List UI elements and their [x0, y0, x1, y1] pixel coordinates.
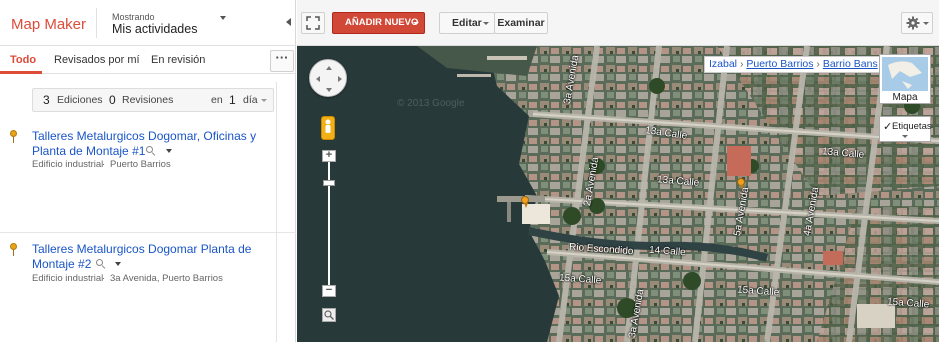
chevron-down-icon[interactable]: [166, 149, 172, 153]
add-new-button[interactable]: AÑADIR NUEVO: [332, 12, 425, 34]
more-options-button[interactable]: ···: [270, 50, 294, 72]
satellite-imagery: [297, 46, 939, 342]
pan-control[interactable]: [309, 59, 347, 97]
search-icon[interactable]: [96, 259, 103, 266]
satellite-map[interactable]: © 2013 Google 3a Avenida 13a Calle 2a Av…: [297, 46, 939, 342]
edit-label: Editar: [452, 17, 482, 29]
map-type-label: Mapa: [892, 92, 918, 103]
map-pin-icon: [10, 130, 17, 143]
chevron-down-icon: [483, 22, 489, 25]
map-thumbnail: [882, 57, 928, 91]
map-marker-icon[interactable]: [521, 196, 529, 208]
edit-button[interactable]: Editar: [439, 12, 495, 34]
chevron-down-icon[interactable]: [220, 16, 226, 20]
showing-label: Mostrando: [112, 12, 155, 22]
list-divider: [0, 232, 296, 233]
zoom-out-button[interactable]: −: [322, 285, 336, 297]
lasso-zoom-icon[interactable]: [322, 308, 336, 322]
gear-icon: [906, 16, 929, 30]
breadcrumb-item[interactable]: Izabal: [709, 58, 737, 70]
tab-todo[interactable]: Todo: [10, 54, 36, 66]
map-type-control[interactable]: Mapa: [879, 54, 931, 104]
item-location: 3a Avenida, Puerto Barrios: [110, 273, 223, 284]
dot-separator: ·: [102, 273, 106, 284]
left-header: Map Maker Mostrando Mis actividades: [0, 0, 296, 46]
dot-separator: ·: [102, 159, 106, 170]
map-thumbnail-image: [888, 61, 922, 89]
breadcrumb-item[interactable]: Puerto Barrios: [746, 58, 813, 70]
add-new-label: AÑADIR NUEVO: [345, 17, 419, 28]
days-count: 1: [229, 93, 236, 107]
settings-button[interactable]: [901, 12, 933, 34]
item-location: Puerto Barrios: [110, 159, 171, 170]
edits-count: 3: [43, 93, 50, 107]
map-pin-icon: [10, 243, 17, 256]
tab-reviewed-by-me[interactable]: Revisados por mí: [54, 54, 140, 66]
breadcrumb: Izabal › Puerto Barrios › Barrio Bans: [704, 56, 883, 73]
in-label: en: [211, 94, 223, 106]
chevron-down-icon: [413, 22, 419, 25]
lasso-glyph: [324, 310, 334, 320]
revisions-count: 0: [109, 93, 116, 107]
item-category: Edificio industrial: [32, 159, 104, 170]
item-category: Edificio industrial: [32, 273, 104, 284]
filter-tabs: Todo Revisados por mí En revisión: [0, 46, 296, 74]
breadcrumb-item[interactable]: Barrio Bans: [823, 58, 878, 70]
item-title[interactable]: Talleres Metalurgicos Dogomar, Oficinas …: [32, 128, 256, 144]
map-watermark: © 2013 Google: [397, 98, 465, 109]
chevron-down-icon: [902, 135, 908, 138]
top-toolbar: AÑADIR NUEVO Editar Examinar: [297, 0, 939, 46]
active-tab-indicator: [0, 71, 42, 74]
revisions-label: Revisiones: [122, 94, 174, 106]
map-marker-icon[interactable]: [737, 178, 745, 190]
chevron-down-icon[interactable]: [261, 99, 267, 102]
browse-button[interactable]: Examinar: [494, 12, 548, 34]
item-title-line2[interactable]: Montaje #2: [32, 256, 91, 272]
item-title[interactable]: Talleres Metalurgicos Dogomar Planta de: [32, 241, 251, 257]
search-icon[interactable]: [146, 146, 153, 153]
zoom-slider-thumb[interactable]: [323, 180, 335, 186]
day-label: día: [243, 94, 258, 106]
app-logo[interactable]: Map Maker: [11, 16, 86, 33]
activity-selector[interactable]: Mis actividades: [112, 22, 197, 36]
pegman-icon[interactable]: [321, 116, 335, 140]
pegman-figure: [325, 119, 331, 133]
zoom-in-button[interactable]: +: [322, 150, 336, 162]
labels-toggle-label: Etiquetas: [892, 121, 932, 132]
collapse-panel-icon[interactable]: [286, 18, 291, 26]
edits-label: Ediciones: [57, 94, 103, 106]
item-title-line2[interactable]: Planta de Montaje #1: [32, 143, 145, 159]
pan-control-icon: [316, 66, 342, 92]
checkmark-icon: ✓: [883, 121, 893, 133]
labels-toggle[interactable]: ✓ Etiquetas: [879, 116, 932, 142]
scrollbar[interactable]: [276, 82, 277, 342]
chevron-down-icon[interactable]: [115, 262, 121, 266]
header-divider: [96, 8, 97, 38]
expand-icon: [306, 16, 320, 30]
activity-summary: 3 Ediciones 0 Revisiones en 1 día: [32, 88, 274, 112]
tab-in-review[interactable]: En revisión: [151, 54, 205, 66]
browse-label: Examinar: [497, 17, 545, 29]
fullscreen-button[interactable]: [301, 12, 325, 34]
left-panel: Map Maker Mostrando Mis actividades Todo…: [0, 0, 296, 342]
